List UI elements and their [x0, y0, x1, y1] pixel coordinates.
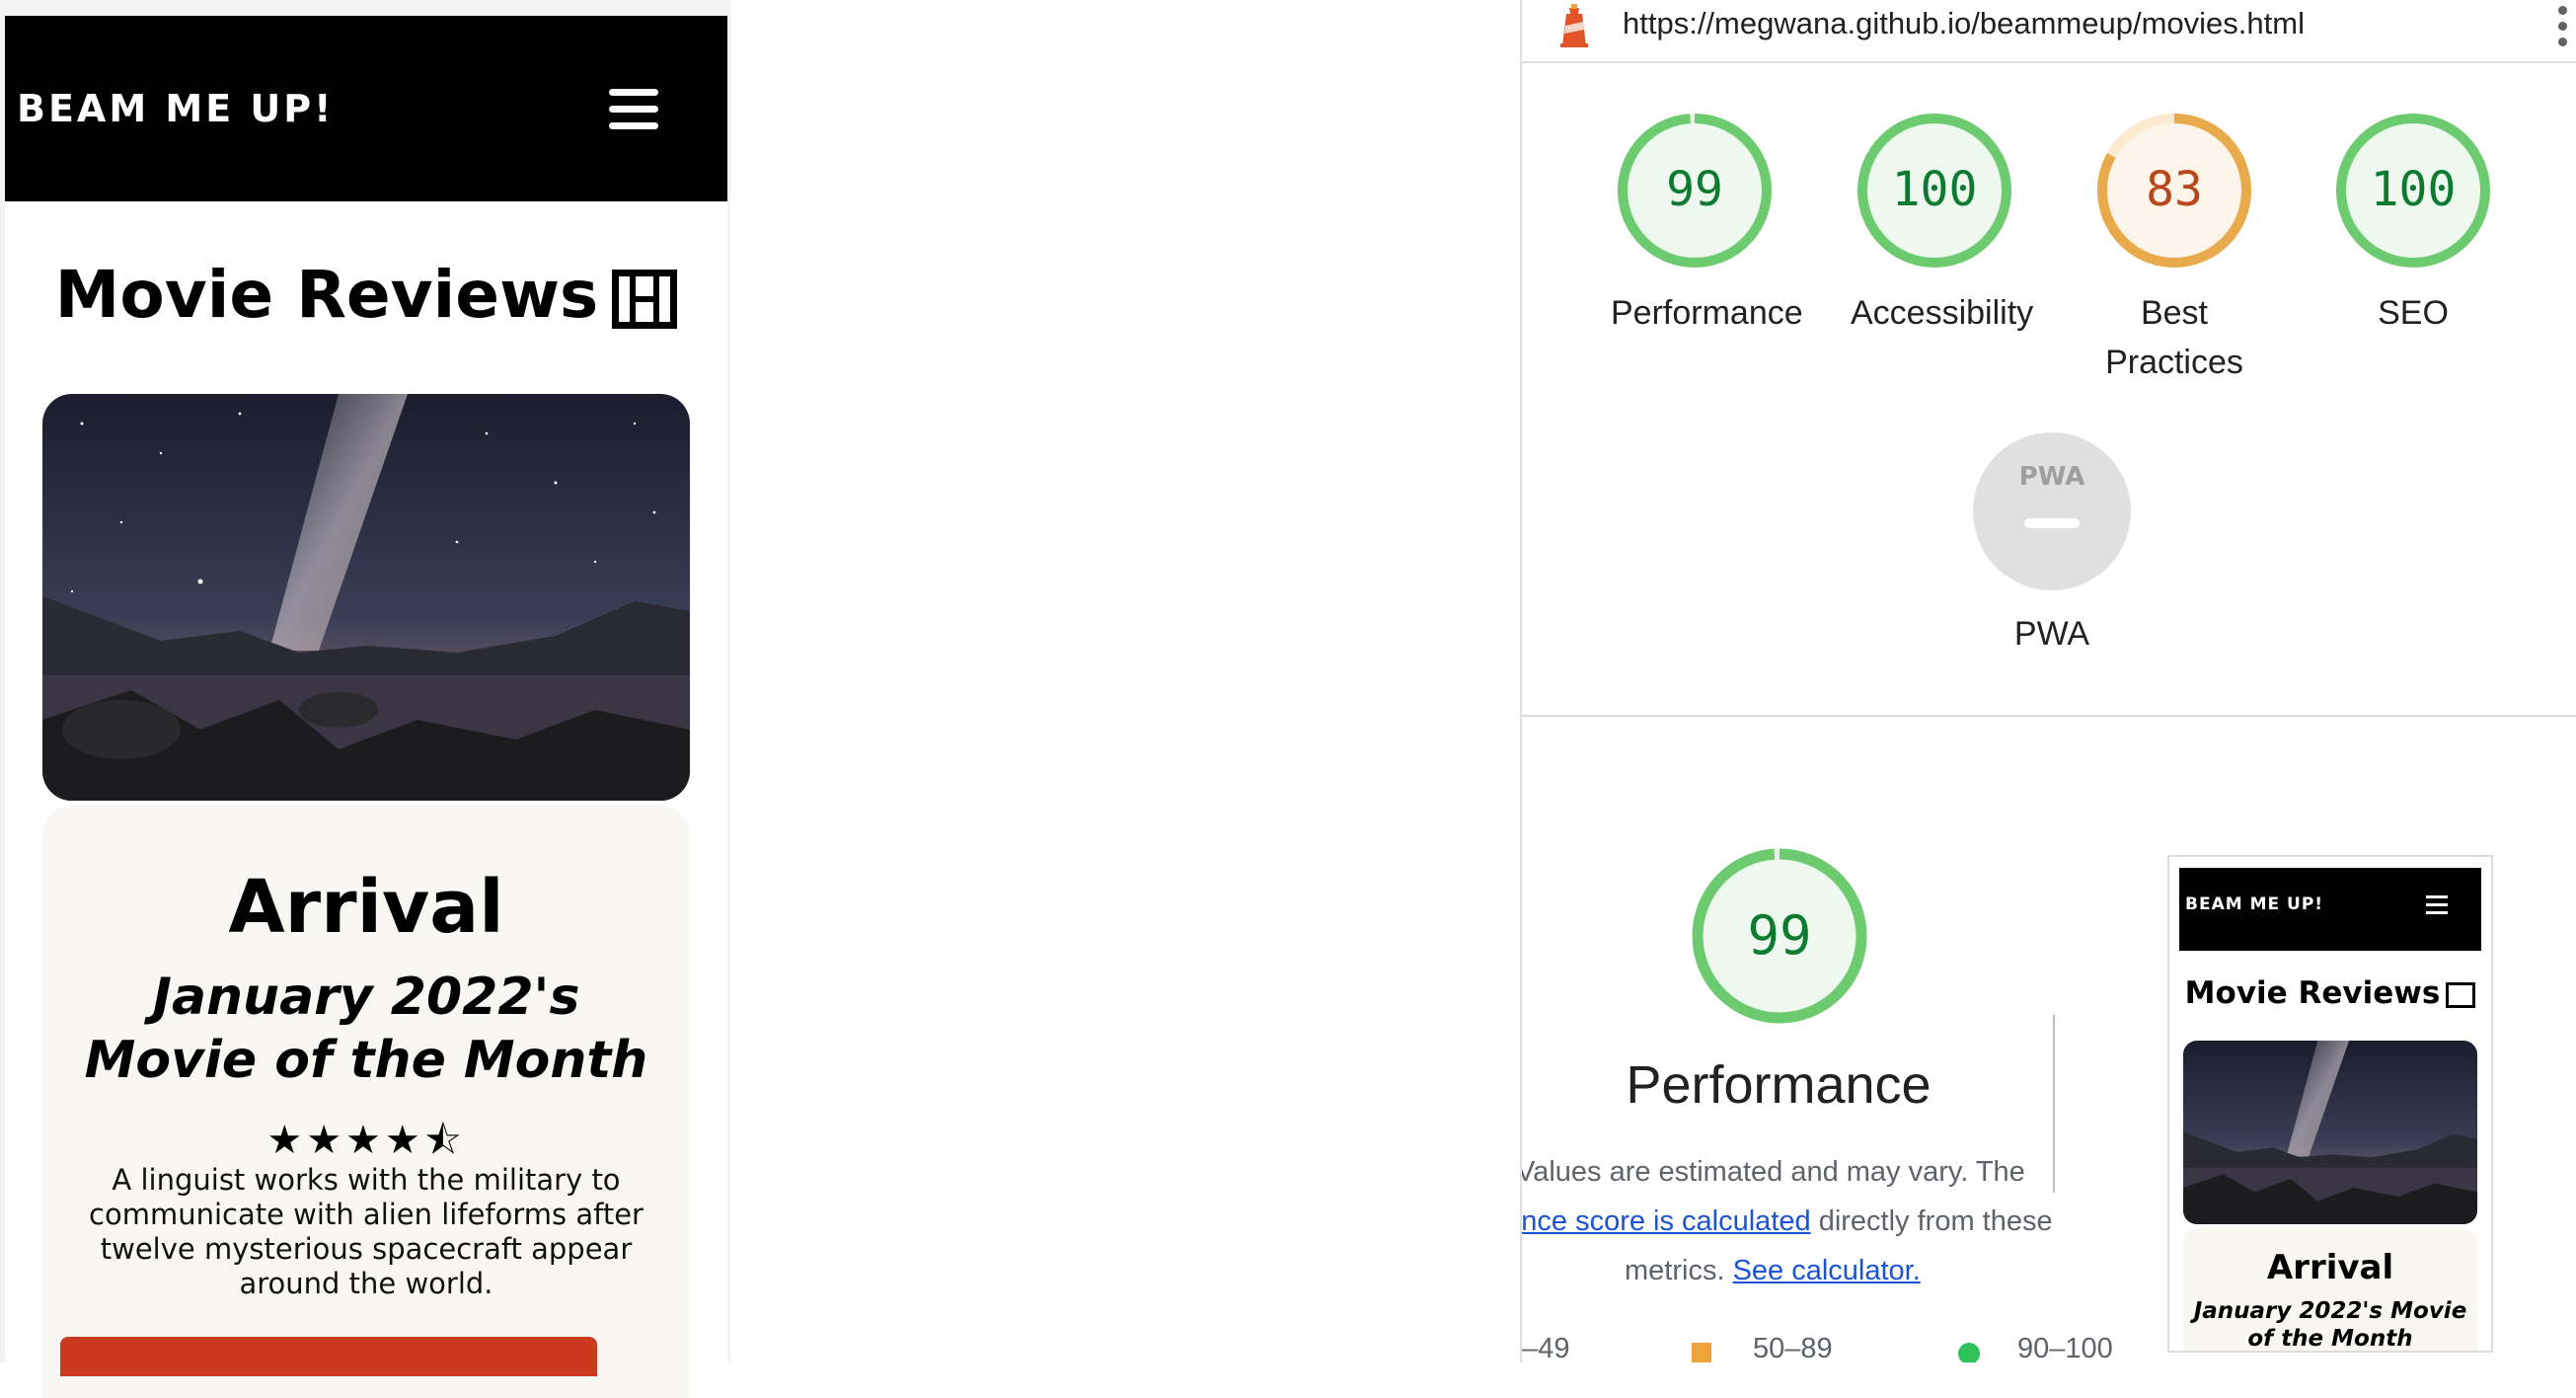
lighthouse-logo-icon — [1560, 4, 1588, 47]
report-url[interactable]: https://megwana.github.io/beammeup/movie… — [1623, 6, 2305, 41]
see-calculator-link[interactable]: See calculator. — [1733, 1255, 1921, 1286]
cta-button[interactable] — [60, 1337, 597, 1376]
note-line-1: Values are estimated and may vary. The — [1520, 1156, 2025, 1188]
gauge-performance[interactable]: 99 Performance — [1611, 111, 1803, 338]
legend-average-square-icon — [1692, 1343, 1711, 1362]
gauge-label: PWA — [2013, 615, 2090, 653]
legend-pass-circle-icon — [1958, 1343, 1980, 1362]
thumb-hero-image — [2183, 1041, 2477, 1224]
thumb-hamburger-icon — [2426, 895, 2448, 919]
report-url-bar: https://megwana.github.io/beammeup/movie… — [1522, 0, 2576, 63]
thumb-movie-title: Arrival — [2266, 1248, 2394, 1287]
section-divider — [1522, 715, 2576, 717]
gauge-pwa[interactable]: PWA PWA — [1968, 431, 2136, 659]
hamburger-menu-icon[interactable] — [609, 89, 658, 130]
gauge-score: 83 — [2146, 162, 2203, 217]
movie-card: Arrival January 2022's Movie of the Mont… — [42, 806, 690, 1398]
movie-description: A linguist works with the military to co… — [89, 1163, 644, 1300]
performance-detail-score: 99 — [1747, 904, 1811, 967]
movie-subtitle: January 2022's Movie of the Month — [84, 968, 648, 1090]
site-navbar: BEAM ME UP! — [5, 16, 727, 201]
site-logo[interactable]: BEAM ME UP! — [17, 87, 334, 130]
pwa-badge-icon: PWA — [2019, 462, 2085, 492]
legend-average: 50–89 — [1753, 1333, 1833, 1362]
movie-hero-image — [42, 394, 690, 801]
mobile-preview: BEAM ME UP! Movie Reviews Arrival Januar… — [0, 0, 730, 1398]
gauge-score: 100 — [2371, 162, 2457, 217]
gauge-seo[interactable]: 100 SEO — [2329, 111, 2497, 338]
gauge-accessibility[interactable]: 100 Accessibility — [1851, 111, 2034, 338]
gauge-label: Best Practices — [2105, 294, 2243, 381]
thumb-movie-subtitle: January 2022's Movie of the Month — [2193, 1298, 2467, 1352]
perf-score-link[interactable]: Performance score is calculated — [1522, 1205, 1811, 1237]
thumb-movie-card: Arrival January 2022's Movie of the Mont… — [2183, 1228, 2477, 1352]
gauge-label: SEO — [2378, 294, 2449, 332]
thumb-film-icon — [2446, 981, 2476, 1008]
gauge-score: 100 — [1892, 162, 1978, 217]
note-line-2: Performance score is calculated directly… — [1522, 1197, 2114, 1246]
performance-note: Values are estimated and may vary. The P… — [1522, 1147, 2114, 1295]
page-content: Movie Reviews Arrival January 2022's Mov… — [5, 201, 727, 1398]
movie-title: Arrival — [228, 865, 504, 950]
legend-fail: 0–49 — [1522, 1333, 1570, 1362]
note-line-3: metrics. See calculator. — [1625, 1255, 1921, 1286]
more-options-icon[interactable] — [2558, 6, 2568, 53]
performance-title: Performance — [1626, 1055, 1932, 1115]
lighthouse-report: https://megwana.github.io/beammeup/movie… — [1520, 0, 2576, 1362]
page-title: Movie Reviews — [5, 257, 727, 333]
thumb-page-title: Movie Reviews — [2169, 975, 2491, 1011]
gauge-label: Performance — [1611, 294, 1803, 332]
thumb-logo: BEAM ME UP! — [2185, 894, 2324, 914]
legend-pass: 90–100 — [2017, 1333, 2113, 1362]
thumb-navbar: BEAM ME UP! — [2179, 868, 2481, 951]
film-icon — [612, 269, 678, 329]
page-screenshot-thumbnail[interactable]: BEAM ME UP! Movie Reviews Arrival Januar… — [2167, 855, 2493, 1353]
gauge-score: 99 — [1666, 162, 1723, 217]
performance-detail-gauge: 99 — [1692, 848, 1867, 1024]
gauge-label: Accessibility — [1851, 294, 2034, 332]
gauge-best-practices[interactable]: 83 Best Practices — [2090, 111, 2258, 387]
